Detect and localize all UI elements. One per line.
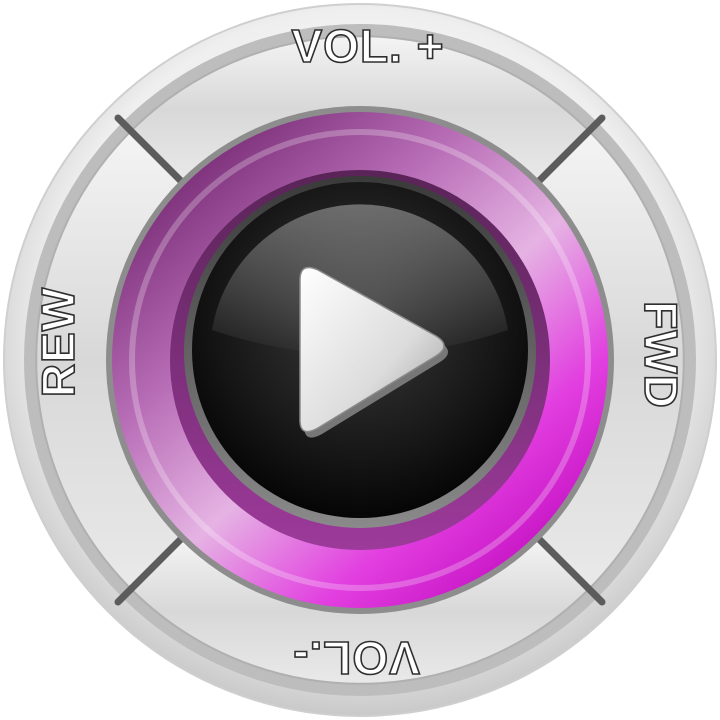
rewind-label: REW <box>32 287 84 397</box>
forward-label: FWD <box>635 301 687 409</box>
volume-up-label: VOL. + <box>292 20 445 72</box>
media-remote-dial: VOL. + FWD VOL.- REW <box>0 0 720 720</box>
play-button[interactable] <box>184 176 536 528</box>
remote-dial-graphic: VOL. + FWD VOL.- REW <box>3 3 717 717</box>
volume-down-label: VOL.- <box>292 632 420 684</box>
